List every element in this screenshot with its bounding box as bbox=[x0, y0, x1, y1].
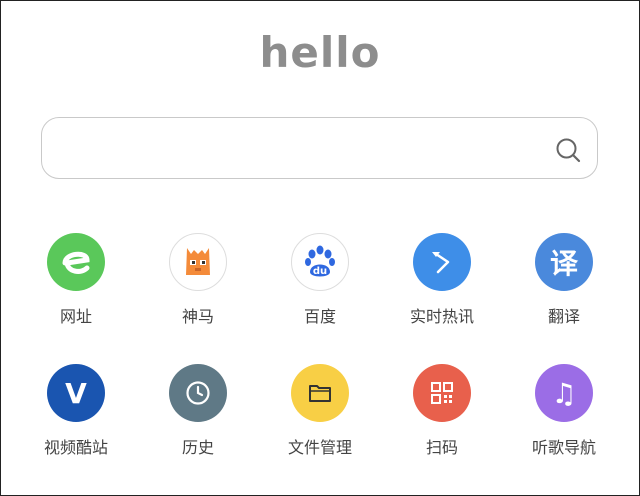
shortcut-label: 文件管理 bbox=[287, 438, 352, 457]
shortcut-grid: 网址 神马 du 百度 实时热讯 译 翻译 V 视频酷站 历史 文件管理 扫码 … bbox=[0, 0, 640, 496]
shortcut-label: 视频酷站 bbox=[43, 438, 108, 457]
shortcut-file-manager[interactable]: 文件管理 bbox=[265, 364, 375, 458]
shortcut-translate[interactable]: 译 翻译 bbox=[509, 233, 619, 327]
qr-code-icon bbox=[413, 364, 471, 422]
shortcut-hot-news[interactable]: 实时热讯 bbox=[387, 233, 497, 327]
translate-icon: 译 bbox=[535, 233, 593, 291]
shortcut-label: 百度 bbox=[303, 307, 336, 326]
shortcut-label: 听歌导航 bbox=[531, 438, 596, 457]
shortcut-history[interactable]: 历史 bbox=[143, 364, 253, 458]
shortcut-shenma[interactable]: 神马 bbox=[143, 233, 253, 327]
shortcut-label: 扫码 bbox=[425, 438, 458, 457]
shortcut-label: 神马 bbox=[181, 307, 214, 326]
clock-icon bbox=[169, 364, 227, 422]
shortcut-music-nav[interactable]: ♫ 听歌导航 bbox=[509, 364, 619, 458]
alpaca-icon bbox=[169, 233, 227, 291]
v-icon: V bbox=[47, 364, 105, 422]
shortcut-video[interactable]: V 视频酷站 bbox=[21, 364, 131, 458]
baidu-paw-icon: du bbox=[291, 233, 349, 291]
shortcut-web[interactable]: 网址 bbox=[21, 233, 131, 327]
music-note-icon: ♫ bbox=[535, 364, 593, 422]
folder-icon bbox=[291, 364, 349, 422]
e-browser-icon bbox=[47, 233, 105, 291]
shortcut-label: 历史 bbox=[181, 438, 214, 457]
shortcut-label: 实时热讯 bbox=[409, 307, 474, 326]
shortcut-label: 翻译 bbox=[547, 307, 580, 326]
svg-text:du: du bbox=[313, 266, 327, 277]
arrow-icon bbox=[413, 233, 471, 291]
shortcut-baidu[interactable]: du 百度 bbox=[265, 233, 375, 327]
shortcut-label: 网址 bbox=[59, 307, 92, 326]
shortcut-scan[interactable]: 扫码 bbox=[387, 364, 497, 458]
